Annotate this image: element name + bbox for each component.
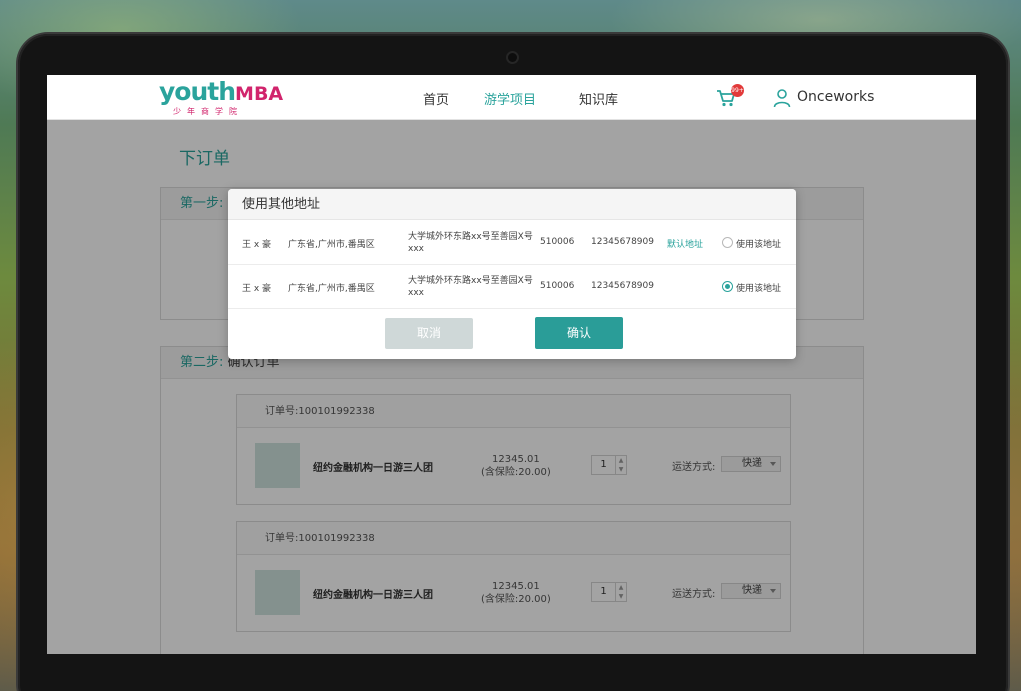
cart-badge: 99+ (731, 84, 744, 97)
site-header: youthMBA 少年商学院 首页 游学项目 知识库 99+ Onceworks (47, 75, 976, 120)
address-row[interactable]: 王 x 豪 广东省,广州市,番禺区 大学城外环东路xx号至善园X号 xxx 51… (228, 265, 796, 309)
use-address-label[interactable]: 使用该地址 (736, 281, 781, 294)
logo-mba-text: MBA (235, 83, 284, 105)
address-street: 大学城外环东路xx号至善园X号 xxx (408, 276, 533, 298)
username[interactable]: Onceworks (797, 89, 874, 105)
cancel-button[interactable]: 取消 (385, 318, 473, 349)
address-region: 广东省,广州市,番禺区 (288, 284, 375, 294)
confirm-button[interactable]: 确认 (535, 317, 623, 349)
nav-knowledge-base[interactable]: 知识库 (579, 89, 618, 108)
screen: youthMBA 少年商学院 首页 游学项目 知识库 99+ Onceworks… (47, 75, 976, 654)
default-address-badge: 默认地址 (667, 240, 704, 250)
use-address-radio[interactable] (722, 281, 733, 292)
address-zip: 510006 (540, 281, 575, 291)
modal-title: 使用其他地址 (228, 189, 796, 220)
use-address-label[interactable]: 使用该地址 (736, 237, 781, 250)
nav-study-tours[interactable]: 游学项目 (484, 89, 536, 108)
address-region: 广东省,广州市,番禺区 (288, 240, 375, 250)
recipient-name: 王 x 豪 (242, 240, 272, 250)
address-phone: 12345678909 (591, 237, 654, 247)
logo[interactable]: youthMBA 少年商学院 (159, 77, 283, 117)
recipient-name: 王 x 豪 (242, 284, 272, 294)
address-row[interactable]: 王 x 豪 广东省,广州市,番禺区 大学城外环东路xx号至善园X号 xxx 51… (228, 221, 796, 265)
use-address-radio[interactable] (722, 237, 733, 248)
address-phone: 12345678909 (591, 281, 654, 291)
address-modal: 使用其他地址 王 x 豪 广东省,广州市,番禺区 大学城外环东路xx号至善园X号… (228, 189, 796, 359)
nav-home[interactable]: 首页 (423, 89, 449, 108)
address-street: 大学城外环东路xx号至善园X号 xxx (408, 232, 533, 254)
camera-icon (508, 53, 517, 62)
logo-youth-text: youth (159, 77, 236, 106)
user-icon[interactable] (773, 88, 791, 108)
address-zip: 510006 (540, 237, 575, 247)
logo-subtitle: 少年商学院 (173, 107, 243, 116)
